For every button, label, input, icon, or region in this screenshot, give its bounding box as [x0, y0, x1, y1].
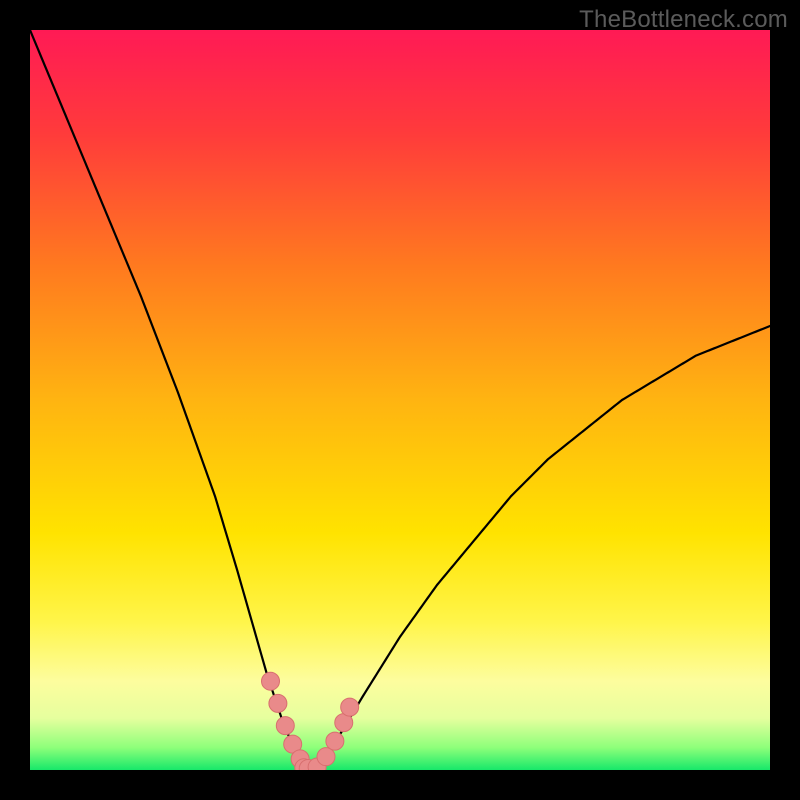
- marker-point: [326, 732, 344, 750]
- marker-point: [276, 717, 294, 735]
- bottleneck-curve: [30, 30, 770, 770]
- marker-point: [341, 698, 359, 716]
- chart-overlay: [30, 30, 770, 770]
- marker-point: [262, 672, 280, 690]
- marker-point: [317, 748, 335, 766]
- chart-plot-area: [30, 30, 770, 770]
- highlight-markers: [262, 672, 359, 770]
- marker-point: [269, 694, 287, 712]
